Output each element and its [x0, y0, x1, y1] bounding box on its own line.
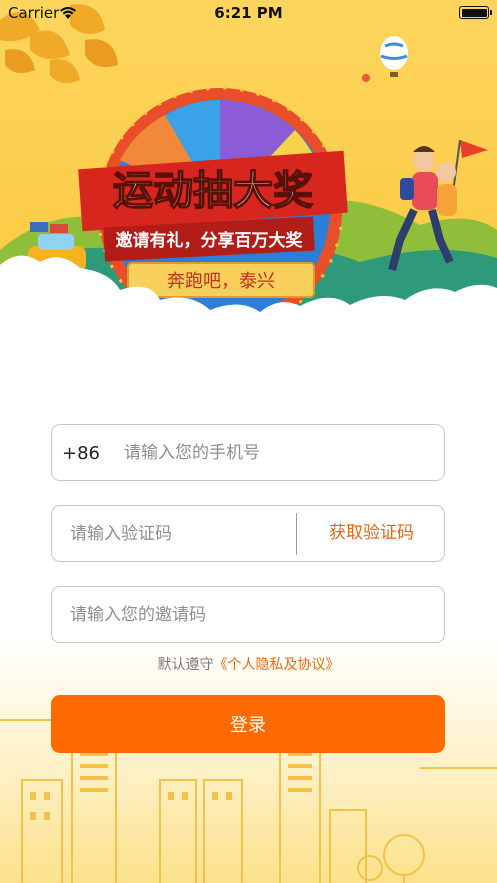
field-divider — [296, 513, 297, 555]
privacy-agreement-link[interactable]: 《个人隐私及协议》 — [214, 657, 340, 673]
phone-field[interactable]: +86 — [51, 424, 445, 481]
small-balloon-icon — [362, 74, 370, 82]
phone-input[interactable] — [124, 425, 434, 480]
login-button[interactable]: 登录 — [51, 695, 445, 753]
agreement-prefix: 默认遵守 — [157, 657, 214, 673]
clock: 6:21 PM — [214, 4, 283, 22]
invite-code-input[interactable] — [70, 587, 430, 642]
get-code-button[interactable]: 获取验证码 — [299, 506, 444, 561]
promo-banner: 运动抽大奖 邀请有礼，分享百万大奖 奔跑吧，泰兴 — [0, 0, 497, 345]
invite-code-field[interactable] — [51, 586, 445, 643]
status-bar: Carrier 6:21 PM — [0, 0, 497, 26]
agreement-notice: 默认遵守《个人隐私及协议》 — [0, 654, 497, 674]
banner-ribbon: 奔跑吧，泰兴 — [167, 271, 275, 292]
banner-subtitle: 邀请有礼，分享百万大奖 — [116, 230, 304, 251]
verification-code-field[interactable]: 获取验证码 — [51, 505, 445, 562]
city-background — [0, 640, 497, 883]
banner-title: 运动抽大奖 — [113, 168, 313, 214]
verification-code-input[interactable] — [70, 506, 290, 561]
country-code-label: +86 — [62, 443, 100, 464]
battery-icon — [459, 6, 492, 19]
